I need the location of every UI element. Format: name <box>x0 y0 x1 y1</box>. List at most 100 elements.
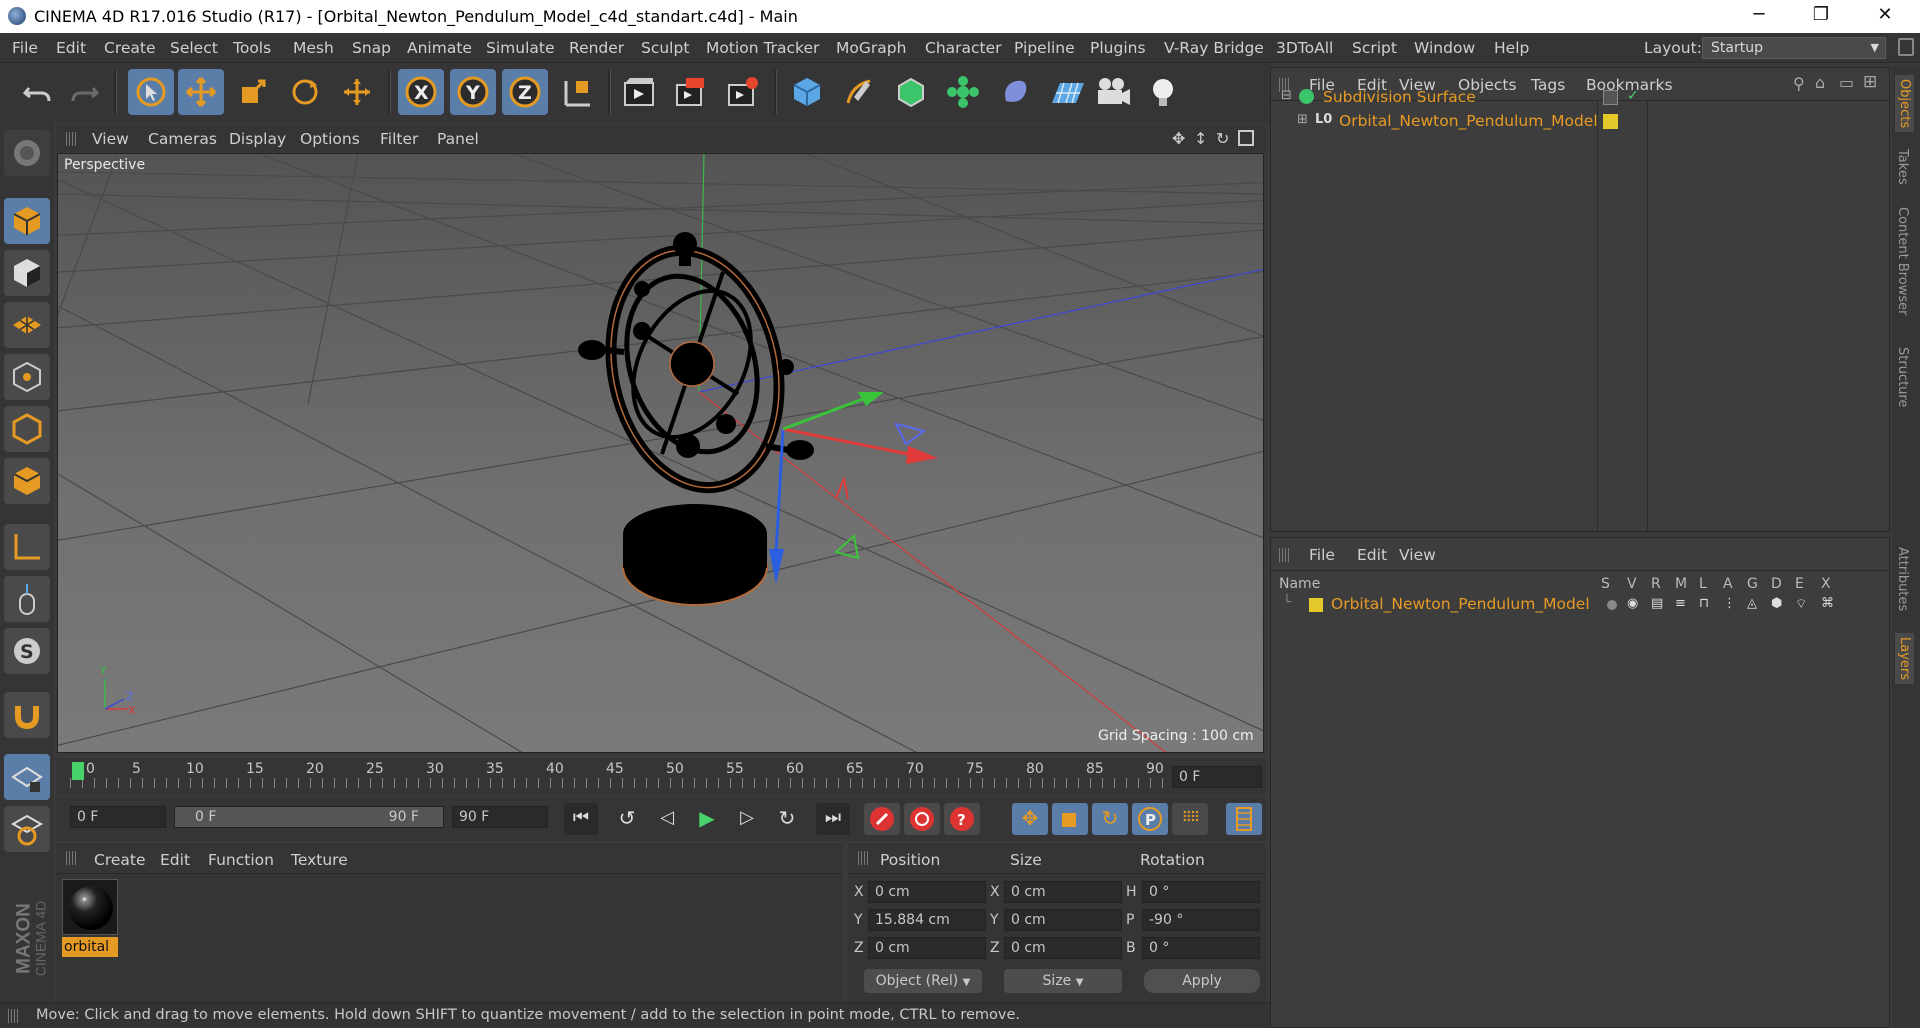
points-mode-icon[interactable] <box>4 354 50 400</box>
menu-render[interactable]: Render <box>569 39 624 57</box>
vp-menu-view[interactable]: View <box>92 130 129 148</box>
enable-axis-icon[interactable] <box>4 806 50 852</box>
menu-simulate[interactable]: Simulate <box>486 39 555 57</box>
menu-mesh[interactable]: Mesh <box>293 39 334 57</box>
deformer-icon[interactable] <box>992 69 1038 115</box>
menu-window[interactable]: Window <box>1414 39 1475 57</box>
menu-edit[interactable]: Edit <box>56 39 86 57</box>
layer-menu-view[interactable]: View <box>1399 546 1436 564</box>
current-frame-field[interactable]: 0 F <box>1172 766 1262 788</box>
camera-icon[interactable] <box>1090 69 1136 115</box>
layer-menu-file[interactable]: File <box>1309 546 1335 564</box>
generators-icon[interactable]: ◬ <box>1747 596 1757 611</box>
object-row-subdivision[interactable]: ⊟ Subdivision Surface <box>1271 86 1597 110</box>
viewport-zoom-icon[interactable]: ↕ <box>1194 129 1207 148</box>
position-z-field[interactable]: 0 cm <box>868 937 986 959</box>
undo-icon[interactable] <box>14 69 60 115</box>
edit-tag-icon[interactable] <box>1603 90 1618 105</box>
rotation-h-field[interactable]: 0 ° <box>1142 881 1260 903</box>
animation-icon[interactable]: ⋮ <box>1723 596 1736 611</box>
menu-select[interactable]: Select <box>170 39 218 57</box>
tab-objects[interactable]: Objects <box>1895 75 1914 133</box>
minimize-button[interactable]: ─ <box>1734 0 1784 33</box>
xref-icon[interactable]: ⌘ <box>1821 596 1834 611</box>
key-position-icon[interactable]: ✥ <box>1012 803 1048 835</box>
render-settings-icon[interactable] <box>720 69 766 115</box>
tab-takes[interactable]: Takes <box>1895 149 1910 185</box>
size-x-field[interactable]: 0 cm <box>1004 881 1122 903</box>
subdivision-surface-icon[interactable] <box>888 69 934 115</box>
deformers-icon[interactable]: ⬢ <box>1771 596 1782 611</box>
redo-icon[interactable] <box>62 69 108 115</box>
pen-spline-icon[interactable] <box>836 69 882 115</box>
play-icon[interactable]: ▶ <box>690 803 724 835</box>
edges-mode-icon[interactable] <box>4 406 50 452</box>
x-axis-lock-icon[interactable]: X <box>398 69 444 115</box>
texture-mode-icon[interactable] <box>4 250 50 296</box>
expressions-icon[interactable]: ⌔ <box>1795 596 1807 612</box>
new-window-icon[interactable]: ⊞ <box>1863 72 1877 92</box>
key-pla-icon[interactable]: ⠿⠿ <box>1172 803 1208 835</box>
lock-icon[interactable]: ⊓ <box>1699 596 1709 611</box>
axis-mode-icon[interactable] <box>4 524 50 570</box>
cloner-icon[interactable] <box>940 69 986 115</box>
menu-snap[interactable]: Snap <box>352 39 391 57</box>
visible-eye-icon[interactable]: ◉ <box>1627 596 1638 611</box>
keyframe-selection-icon[interactable]: ? <box>944 803 980 835</box>
solo-mode-icon[interactable]: S <box>4 628 50 674</box>
transform-icon[interactable] <box>334 69 380 115</box>
vp-menu-cameras[interactable]: Cameras <box>148 130 217 148</box>
position-x-field[interactable]: 0 cm <box>868 881 986 903</box>
maximize-button[interactable]: ❐ <box>1796 0 1846 33</box>
timeline-ruler[interactable]: 0 5 10 15 20 25 30 35 40 45 50 55 60 65 … <box>56 758 1266 794</box>
menu-3dtoall[interactable]: 3DToAll <box>1276 39 1333 57</box>
mat-menu-create[interactable]: Create <box>94 851 146 869</box>
size-y-field[interactable]: 0 cm <box>1004 909 1122 931</box>
render-picture-viewer-icon[interactable] <box>668 69 714 115</box>
light-icon[interactable] <box>1140 69 1186 115</box>
menu-character[interactable]: Character <box>925 39 1002 57</box>
viewport-maximize-icon[interactable] <box>1238 130 1254 146</box>
material-swatch[interactable]: orbital <box>60 877 118 963</box>
record-keys-icon[interactable] <box>864 803 900 835</box>
viewport-rotate-icon[interactable]: ↻ <box>1216 129 1229 148</box>
key-parameter-icon[interactable]: P <box>1132 803 1168 835</box>
layer-color-swatch[interactable] <box>1603 114 1618 129</box>
end-frame-field[interactable]: 90 F <box>452 806 548 828</box>
scale-icon[interactable] <box>230 69 276 115</box>
layer-menu-edit[interactable]: Edit <box>1357 546 1387 564</box>
menu-create[interactable]: Create <box>104 39 156 57</box>
search-icon[interactable]: ⚲ <box>1793 74 1805 93</box>
rotation-b-field[interactable]: 0 ° <box>1142 937 1260 959</box>
goto-start-icon[interactable]: ⏮ <box>564 803 598 835</box>
menu-pipeline[interactable]: Pipeline <box>1014 39 1075 57</box>
enabled-check-icon[interactable]: ✓ <box>1627 88 1639 104</box>
close-button[interactable]: ✕ <box>1860 0 1910 33</box>
select-arrow-icon[interactable] <box>128 69 174 115</box>
menu-script[interactable]: Script <box>1352 39 1397 57</box>
menu-sculpt[interactable]: Sculpt <box>641 39 689 57</box>
auto-key-icon[interactable] <box>904 803 940 835</box>
coord-mode-dropdown[interactable]: Object (Rel) ▼ <box>864 969 982 993</box>
prev-frame-icon[interactable]: ◁ <box>650 803 684 835</box>
menu-tools[interactable]: Tools <box>233 39 271 57</box>
vp-menu-filter[interactable]: Filter <box>380 130 418 148</box>
goto-end-icon[interactable]: ⏭ <box>816 803 850 835</box>
layer-color-swatch[interactable] <box>1309 598 1323 612</box>
home-icon[interactable]: ⌂ <box>1815 73 1825 92</box>
timeline-window-icon[interactable] <box>1226 803 1262 835</box>
size-z-field[interactable]: 0 cm <box>1004 937 1122 959</box>
playhead-marker[interactable] <box>72 762 84 780</box>
vp-menu-options[interactable]: Options <box>300 130 360 148</box>
workplane-mode-icon[interactable] <box>4 302 50 348</box>
layer-row[interactable]: └ Orbital_Newton_Pendulum_Model ◉ ▤ ≡ ⊓ … <box>1271 594 1871 616</box>
tab-content-browser[interactable]: Content Browser <box>1895 207 1910 316</box>
position-y-field[interactable]: 15.884 cm <box>868 909 986 931</box>
magnet-icon[interactable] <box>4 692 50 738</box>
menu-plugins[interactable]: Plugins <box>1090 39 1146 57</box>
menu-motion-tracker[interactable]: Motion Tracker <box>706 39 819 57</box>
cube-icon[interactable] <box>784 69 830 115</box>
mat-menu-edit[interactable]: Edit <box>160 851 190 869</box>
model-mode-icon[interactable] <box>4 198 50 244</box>
vp-menu-display[interactable]: Display <box>229 130 286 148</box>
